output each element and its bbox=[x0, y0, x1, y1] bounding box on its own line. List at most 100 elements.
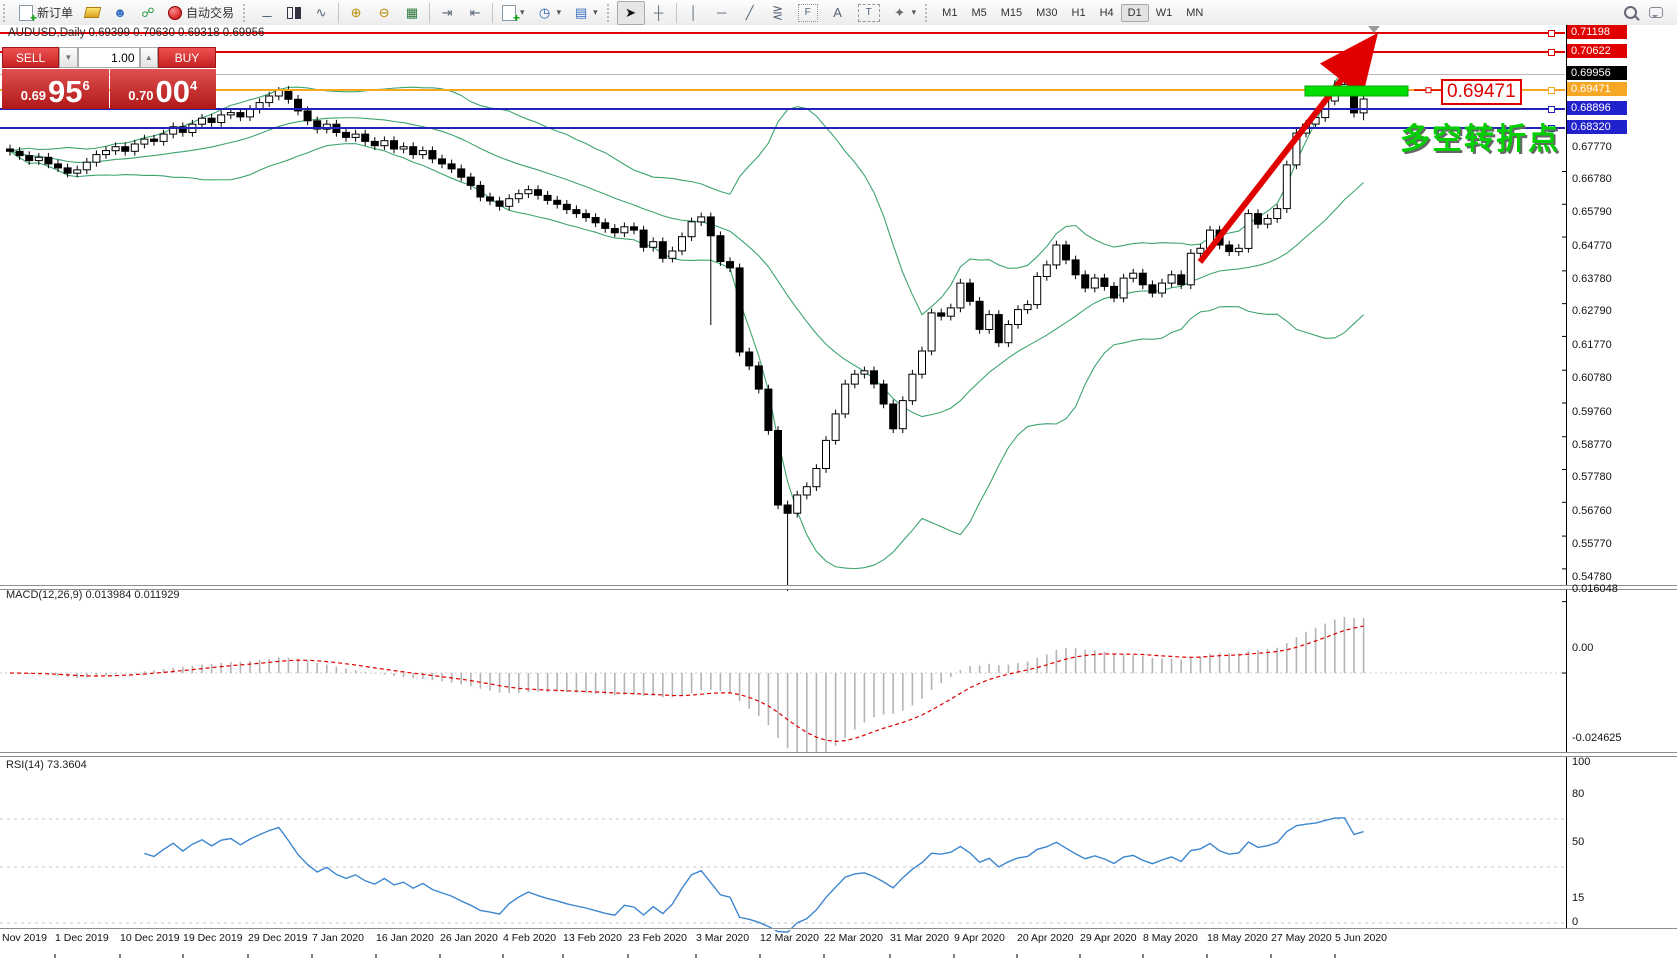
search-icon bbox=[1624, 6, 1637, 19]
level-line-0.69471[interactable] bbox=[0, 89, 1565, 91]
new-chart-button[interactable]: ▾ bbox=[496, 1, 531, 25]
panel-separator[interactable] bbox=[0, 585, 1677, 590]
axis-price-label-0.69471: 0.69471 bbox=[1567, 82, 1627, 96]
line-handle[interactable] bbox=[1548, 30, 1555, 37]
new-order-button[interactable]: 新订单 bbox=[13, 1, 79, 25]
autoscroll-button[interactable]: ⇥ bbox=[433, 1, 461, 25]
timeframe-h4[interactable]: H4 bbox=[1093, 4, 1121, 22]
crosshair-button[interactable]: ┼ bbox=[645, 1, 673, 25]
zoom-in-button[interactable]: ⊕ bbox=[342, 1, 370, 25]
x-axis-label: 27 May 2020 bbox=[1271, 932, 1332, 944]
callout-text: 0.69471 bbox=[1447, 81, 1516, 102]
line-chart-button[interactable]: ∿ bbox=[307, 1, 335, 25]
buy-button[interactable]: BUY bbox=[158, 47, 216, 68]
rsi-axis-label: 100 bbox=[1572, 756, 1590, 768]
x-axis-label: 29 Apr 2020 bbox=[1080, 932, 1137, 944]
axis-price-label-0.71198: 0.71198 bbox=[1567, 25, 1627, 39]
sell-button[interactable]: SELL bbox=[2, 47, 59, 68]
arrows-button[interactable]: ✦▾ bbox=[886, 1, 923, 25]
volume-decrease-button[interactable]: ▼ bbox=[59, 47, 77, 68]
history-center-button[interactable] bbox=[79, 1, 106, 25]
text-button[interactable]: A bbox=[824, 1, 852, 25]
fibonacci-button[interactable]: ⋛ bbox=[764, 1, 792, 25]
volume-increase-button[interactable]: ▲ bbox=[140, 47, 158, 68]
grid-f-icon: F bbox=[798, 4, 818, 22]
main-toolbar: 新订单 ☻ ☍ 自动交易 𝍠 ∿ ⊕ ⊖ ▦ ⇥ ⇤ ▾ ◷▾ ▤▾ ➤ ┼ │… bbox=[0, 0, 1677, 26]
buy-price-small: 0.70 bbox=[128, 88, 153, 103]
timeframe-m5[interactable]: M5 bbox=[964, 4, 993, 22]
chart-canvas bbox=[0, 25, 1677, 969]
x-axis-label: 16 Jan 2020 bbox=[376, 932, 434, 944]
level-line-0.70622[interactable] bbox=[0, 51, 1565, 53]
zoom-out-button[interactable]: ⊖ bbox=[370, 1, 398, 25]
chart-shift-marker[interactable] bbox=[1368, 26, 1380, 33]
bar-chart-button[interactable]: 𝍠 bbox=[253, 1, 281, 25]
cursor-button[interactable]: ➤ bbox=[617, 1, 645, 25]
chart-shift-button[interactable]: ⇤ bbox=[461, 1, 489, 25]
timeframe-h1[interactable]: H1 bbox=[1065, 4, 1093, 22]
label-button[interactable]: T bbox=[852, 1, 886, 25]
autotrading-button[interactable]: 自动交易 bbox=[162, 1, 240, 25]
profiles-button[interactable]: ◷▾ bbox=[531, 1, 568, 25]
x-axis-label: 26 Jan 2020 bbox=[440, 932, 498, 944]
indicators-button[interactable]: ▤▾ bbox=[567, 1, 604, 25]
vline-button[interactable]: │ bbox=[680, 1, 708, 25]
rsi-axis-label: 50 bbox=[1572, 836, 1584, 848]
autotrading-label: 自动交易 bbox=[186, 4, 234, 21]
macd-axis-label: 0.016048 bbox=[1572, 583, 1618, 595]
y-axis-tick: 0.62790 bbox=[1572, 305, 1612, 317]
axis-price-label-0.70622: 0.70622 bbox=[1567, 44, 1627, 58]
one-click-trading-widget: SELL ▼ 1.00 ▲ BUY 0.69 95 6 0.70 00 4 bbox=[2, 47, 216, 109]
rsi-axis-label: 15 bbox=[1572, 892, 1584, 904]
clock-icon: ◷ bbox=[537, 5, 553, 21]
sell-price-display[interactable]: 0.69 95 6 bbox=[2, 69, 109, 109]
axis-price-label-0.68320: 0.68320 bbox=[1567, 120, 1627, 134]
y-axis-tick: 0.55770 bbox=[1572, 538, 1612, 550]
x-axis-label: 23 Feb 2020 bbox=[628, 932, 687, 944]
candlestick-button[interactable] bbox=[281, 1, 307, 25]
line-handle[interactable] bbox=[1548, 49, 1555, 56]
tile-windows-button[interactable]: ▦ bbox=[398, 1, 426, 25]
new-chart-icon bbox=[502, 5, 516, 21]
buy-price-display[interactable]: 0.70 00 4 bbox=[110, 69, 217, 109]
timeframe-m15[interactable]: M15 bbox=[994, 4, 1029, 22]
level-line-0.69956[interactable] bbox=[0, 74, 1565, 75]
timeframe-m30[interactable]: M30 bbox=[1029, 4, 1064, 22]
trendline-icon: ╱ bbox=[742, 5, 758, 21]
search-button[interactable] bbox=[1618, 1, 1643, 25]
timeframe-mn[interactable]: MN bbox=[1179, 4, 1210, 22]
line-handle[interactable] bbox=[1548, 87, 1555, 94]
sell-price-small: 0.69 bbox=[21, 88, 46, 103]
x-axis-label: 1 Dec 2019 bbox=[55, 932, 109, 944]
x-axis-label: 29 Dec 2019 bbox=[248, 932, 308, 944]
y-axis-tick: 0.57780 bbox=[1572, 471, 1612, 483]
chat-icon bbox=[1649, 7, 1663, 18]
chart-area[interactable] bbox=[0, 25, 1677, 944]
y-axis-tick: 0.64770 bbox=[1572, 240, 1612, 252]
horizontal-line-icon: ─ bbox=[714, 5, 730, 21]
shapes-icon: ✦ bbox=[892, 5, 908, 21]
macd-label: MACD(12,26,9) 0.013984 0.011929 bbox=[6, 589, 179, 601]
level-line-0.68896[interactable] bbox=[0, 108, 1565, 110]
sell-price-big: 95 bbox=[48, 77, 82, 107]
x-axis-label: 9 Apr 2020 bbox=[954, 932, 1005, 944]
panel-separator[interactable] bbox=[0, 752, 1677, 757]
annotation-text[interactable]: 多空转折点 bbox=[1400, 114, 1560, 158]
contacts-button[interactable]: ☻ bbox=[106, 1, 134, 25]
autotrading-icon bbox=[168, 6, 182, 20]
trendline-button[interactable]: ╱ bbox=[736, 1, 764, 25]
level-line-0.68320[interactable] bbox=[0, 127, 1565, 129]
timeframe-m1[interactable]: M1 bbox=[935, 4, 964, 22]
timeframe-d1[interactable]: D1 bbox=[1121, 4, 1149, 22]
axis-price-label-0.69956: 0.69956 bbox=[1567, 66, 1627, 80]
volume-input[interactable]: 1.00 bbox=[78, 47, 140, 68]
price-callout[interactable]: 0.69471 bbox=[1441, 79, 1522, 105]
timeframe-w1[interactable]: W1 bbox=[1149, 4, 1180, 22]
zoom-out-icon: ⊖ bbox=[376, 5, 392, 21]
equidistant-button[interactable]: F bbox=[792, 1, 824, 25]
signals-button[interactable]: ☍ bbox=[134, 1, 162, 25]
rsi-axis-label: 80 bbox=[1572, 788, 1584, 800]
line-handle[interactable] bbox=[1548, 106, 1555, 113]
chat-button[interactable] bbox=[1643, 1, 1669, 25]
hline-button[interactable]: ─ bbox=[708, 1, 736, 25]
